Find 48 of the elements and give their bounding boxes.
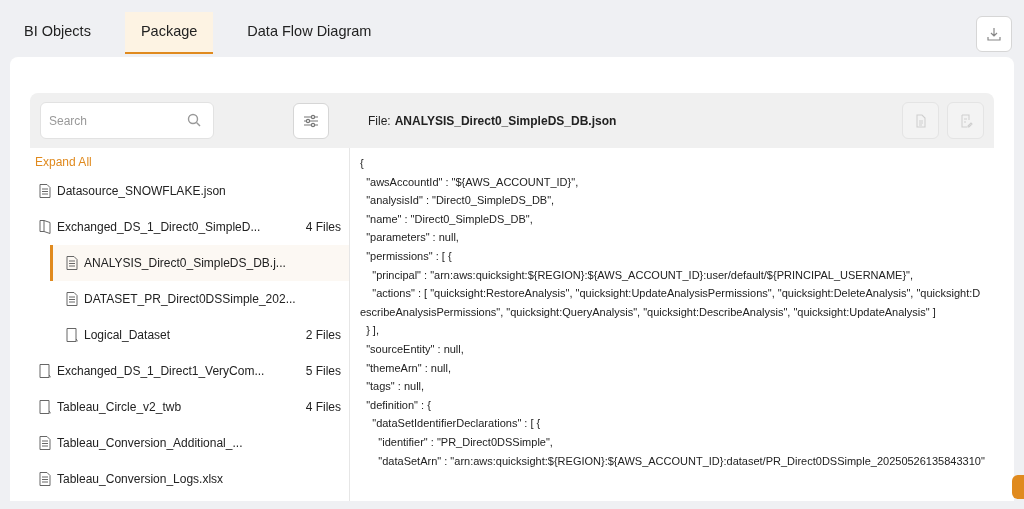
download-icon: [987, 27, 1001, 41]
code-line: "actions" : [ "quicksight:RestoreAnalysis", "quicksight:UpdateAnalysisPermissions", "quicksight:DeleteAnalysis", "quicksight:DescribeAnalysisPermissions", "quicksight:QueryAnalysis", "quicksight:DescribeAnalysis", "quicksight:UpdateAnalysis" ]: [360, 286, 982, 320]
file-label: File:: [368, 112, 391, 130]
download-button[interactable]: [976, 16, 1012, 52]
tree-item[interactable]: DATASET_PR_Direct0DSSimple_202...: [50, 281, 349, 317]
document-icon: [39, 472, 51, 486]
document-icon: [39, 436, 51, 450]
code-line: "tags" : null,: [365, 379, 426, 395]
code-line: "identifier" : "PR_Direct0DSSimple",: [377, 434, 554, 450]
file-name: ANALYSIS_Direct0_SimpleDS_DB.json: [394, 112, 617, 130]
folder-icon: [39, 400, 51, 414]
code-line: "awsAccountId" : "${AWS_ACCOUNT_ID}",: [365, 174, 580, 190]
sliders-icon: [303, 113, 319, 128]
code-line: "definition" : {: [365, 397, 432, 413]
code-line: "dataSetArn" : "arn:aws:quicksight:${REGION}:${AWS_ACCOUNT_ID}:dataset/PR_Direct0DSSimple_20250526135843310": [377, 453, 986, 469]
folder-icon: [39, 364, 51, 378]
search-icon: [187, 113, 201, 127]
edit-icon: [958, 113, 973, 128]
document-icon: [66, 256, 78, 270]
tree-item[interactable]: Datasource_SNOWFLAKE.json: [35, 173, 349, 209]
side-tab-handle[interactable]: [1012, 475, 1024, 499]
code-line: "permissions" : [ {: [365, 248, 453, 264]
document-icon: [39, 184, 51, 198]
code-line: {: [360, 156, 365, 171]
code-line: } ],: [365, 323, 380, 339]
search-field[interactable]: Search: [40, 102, 214, 139]
tab[interactable]: Data Flow Diagram: [231, 12, 388, 54]
tree-item[interactable]: Tableau_Circle_v2_twb 4 Files: [35, 389, 349, 425]
filter-button[interactable]: [293, 102, 329, 139]
code-line: "parameters" : null,: [365, 230, 460, 246]
document-icon: [66, 292, 78, 306]
code-line: "analysisId" : "Direct0_SimpleDS_DB",: [365, 193, 556, 209]
tree-item[interactable]: Exchanged_DS_1_Direct0_SimpleD... 4 Files: [35, 209, 349, 245]
tab[interactable]: Package: [124, 12, 214, 54]
tab[interactable]: BI Objects: [8, 12, 107, 54]
code-line: "themeArn" : null,: [365, 360, 452, 376]
tree-item[interactable]: Exchanged_DS_1_Direct1_VeryCom... 5 Files: [35, 353, 349, 389]
tree-item[interactable]: Tableau_Conversion_Additional_...: [35, 425, 349, 461]
folder-icon: [66, 328, 78, 342]
tree-item[interactable]: Logical_Dataset 2 Files: [50, 317, 349, 353]
code-line: "sourceEntity" : null,: [365, 341, 465, 357]
book-icon: [39, 220, 51, 234]
document-icon: [913, 113, 928, 128]
code-line: "name" : "Direct0_SimpleDS_DB",: [365, 211, 534, 227]
code-line: "principal" : "arn:aws:quicksight:${REGION}:${AWS_ACCOUNT_ID}:user/default/${PRINCIPAL_USERNAME}",: [371, 267, 914, 283]
code-line: "dataSetIdentifierDeclarations" : [ {: [371, 416, 542, 432]
tree-item[interactable]: ANALYSIS_Direct0_SimpleDS_DB.j...: [50, 245, 349, 281]
tree-item[interactable]: Tableau_Conversion_Logs.xlsx: [35, 461, 349, 497]
